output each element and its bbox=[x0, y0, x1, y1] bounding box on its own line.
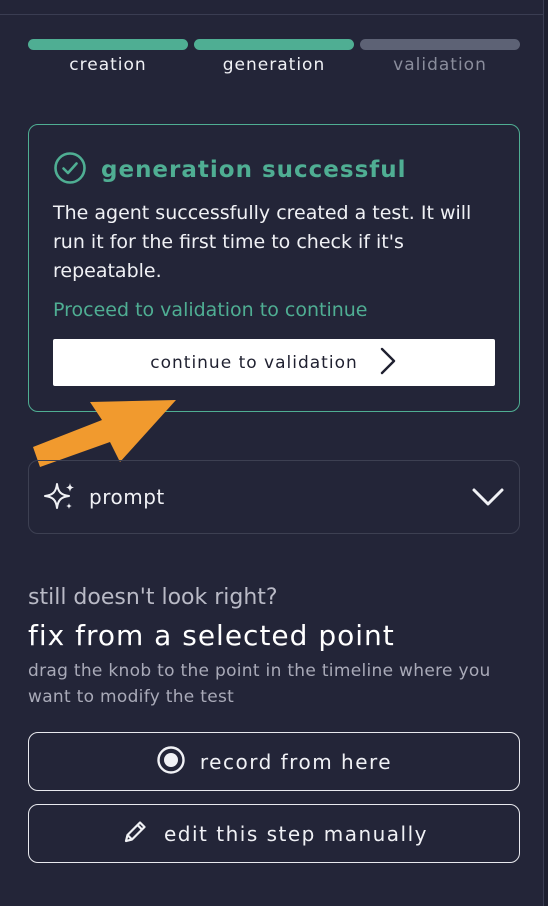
record-from-here-button[interactable]: record from here bbox=[28, 732, 520, 791]
check-circle-icon bbox=[53, 151, 87, 189]
panel-top-border bbox=[0, 0, 548, 15]
step-label: validation bbox=[393, 55, 487, 75]
record-button-label: record from here bbox=[199, 749, 393, 774]
step-label: generation bbox=[222, 55, 326, 75]
record-icon bbox=[156, 745, 186, 779]
card-title: generation successful bbox=[101, 157, 407, 183]
step-validation: validation bbox=[360, 39, 520, 75]
edit-button-label: edit this step manually bbox=[163, 821, 429, 846]
card-description: The agent successfully created a test. I… bbox=[53, 202, 472, 282]
chevron-right-icon bbox=[378, 346, 398, 380]
card-hint: Proceed to validation to continue bbox=[53, 299, 368, 321]
step-bar bbox=[360, 39, 520, 50]
generation-success-card: generation successful The agent successf… bbox=[28, 124, 520, 412]
fix-subtitle: still doesn't look right? bbox=[28, 585, 278, 610]
continue-button-label: continue to validation bbox=[150, 352, 358, 373]
step-bar bbox=[28, 39, 188, 50]
fix-description: drag the knob to the point in the timeli… bbox=[28, 661, 491, 707]
fix-title: fix from a selected point bbox=[28, 619, 395, 652]
step-creation: creation bbox=[28, 39, 188, 75]
prompt-label: prompt bbox=[89, 485, 165, 509]
card-header: generation successful bbox=[53, 151, 407, 189]
step-bar bbox=[194, 39, 354, 50]
continue-to-validation-button[interactable]: continue to validation bbox=[53, 339, 495, 386]
progress-stepper: creation generation validation bbox=[28, 39, 520, 75]
step-label: creation bbox=[69, 55, 147, 75]
sparkles-icon bbox=[43, 480, 77, 514]
prompt-accordion[interactable]: prompt bbox=[28, 460, 520, 534]
test-generation-panel: creation generation validation generatio… bbox=[0, 0, 548, 906]
chevron-down-icon[interactable] bbox=[471, 483, 505, 511]
step-generation: generation bbox=[194, 39, 354, 75]
scrollbar-track[interactable] bbox=[543, 0, 548, 906]
pencil-icon bbox=[120, 817, 150, 851]
edit-step-manually-button[interactable]: edit this step manually bbox=[28, 804, 520, 863]
